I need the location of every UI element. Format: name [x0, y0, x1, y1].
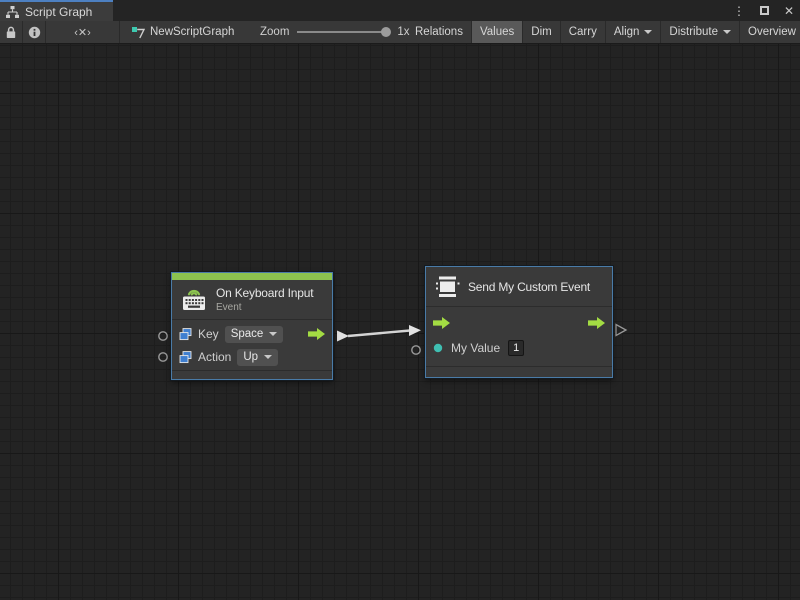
port-label-my-value: My Value: [451, 341, 500, 355]
script-graph-window: Script Graph ⋮ ✕: [0, 0, 800, 600]
wire-dest-arrow: [409, 325, 421, 336]
node-send-my-custom-event[interactable]: Send My Custom Event My Value 1: [425, 266, 613, 378]
flow-port-row: [433, 311, 605, 334]
node-on-keyboard-input[interactable]: On Keyboard Input Event Key Space: [171, 272, 333, 380]
input-port-key[interactable]: [159, 332, 167, 340]
chevron-down-icon: [269, 332, 277, 336]
port-label-key: Key: [198, 327, 219, 341]
node-subtitle: Event: [216, 302, 313, 313]
action-dropdown[interactable]: Up: [237, 349, 278, 366]
custom-event-icon: [436, 276, 460, 298]
port-row-action: Action Up: [179, 347, 325, 367]
input-port-my-value[interactable]: [412, 346, 420, 354]
keyboard-icon: [180, 288, 208, 311]
key-dropdown-value: Space: [231, 328, 264, 340]
node1-header: On Keyboard Input Event: [172, 280, 332, 320]
value-port-row: My Value 1: [433, 337, 605, 359]
flow-wire[interactable]: [348, 331, 410, 337]
node2-footer: [426, 366, 612, 377]
node-title: Send My Custom Event: [468, 280, 590, 294]
node1-titles: On Keyboard Input Event: [216, 286, 313, 313]
event-accent-bar: [172, 273, 332, 280]
output-port-hollow-arrow[interactable]: [616, 325, 626, 336]
chevron-down-icon: [264, 355, 272, 359]
value-dot-icon: [433, 343, 443, 353]
node1-footer: [172, 370, 332, 381]
flow-arrow-icon[interactable]: [308, 328, 325, 340]
port-label-action: Action: [198, 350, 231, 364]
flow-arrow-icon[interactable]: [588, 317, 605, 329]
flow-arrow-icon[interactable]: [433, 317, 450, 329]
my-value-input[interactable]: 1: [508, 340, 524, 356]
node1-body: Key Space Action Up: [172, 320, 332, 370]
node-title: On Keyboard Input: [216, 286, 313, 300]
wire-source-arrow: [337, 331, 349, 342]
action-dropdown-value: Up: [243, 351, 258, 363]
variable-icon: [179, 351, 192, 364]
variable-icon: [179, 328, 192, 341]
input-port-action[interactable]: [159, 353, 167, 361]
port-row-key: Key Space: [179, 324, 325, 344]
key-dropdown[interactable]: Space: [225, 326, 284, 343]
wires-overlay: [0, 0, 800, 600]
node2-body: My Value 1: [426, 307, 612, 366]
node2-header: Send My Custom Event: [426, 267, 612, 307]
